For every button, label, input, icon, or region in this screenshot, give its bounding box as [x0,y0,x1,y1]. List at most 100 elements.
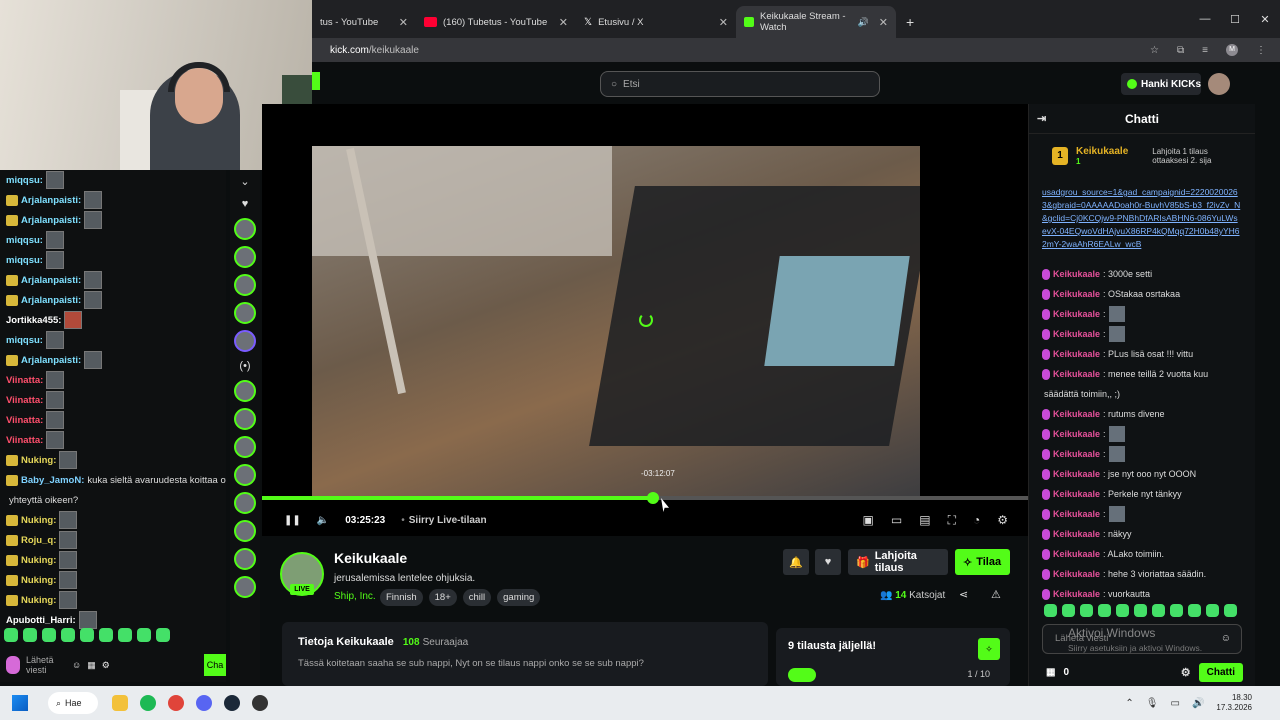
mic-tray-icon[interactable]: 🎙 [1146,698,1159,709]
theater-mode-icon[interactable]: ▭ [891,513,902,528]
get-kicks-button[interactable]: Hanki KICKs [1121,73,1201,95]
close-icon[interactable]: ✕ [719,16,728,29]
minimize-icon[interactable]: — [1190,13,1220,25]
volume-icon[interactable]: 🔈 [317,515,329,526]
chat-username[interactable]: Keikukaale [1053,509,1100,519]
browser-tab[interactable]: 𝕏 Etusivu / X ✕ [576,6,736,38]
recommended-channel-avatar[interactable] [234,576,256,598]
close-window-icon[interactable]: ✕ [1250,13,1280,26]
emoji-icon[interactable]: ☺ [1221,633,1231,644]
chat-username[interactable]: Keikukaale [1053,569,1100,579]
recommended-channel-avatar[interactable] [234,548,256,570]
channel-name[interactable]: Keikukaale [334,550,407,566]
share-icon[interactable]: ⋖ [959,588,968,601]
recommended-channel-avatar[interactable] [234,436,256,458]
sparkle-button[interactable]: ✧ [978,638,1000,660]
follow-heart-button[interactable]: ♥ [815,549,841,575]
gift-sub-button[interactable]: 🎁 Lahjoita tilaus [848,549,948,575]
chevron-down-icon[interactable]: ⌄ [240,174,249,190]
notification-bell-button[interactable]: 🔔 [783,549,809,575]
chat-settings-icon[interactable]: ⚙ [1181,666,1191,679]
chat-emote-bar[interactable] [1044,604,1249,620]
tag-pill[interactable]: Finnish [380,589,423,606]
fullscreen-icon[interactable]: ⛶ [948,513,956,528]
collapse-chat-icon[interactable]: ⇥ [1037,112,1046,125]
user-avatar[interactable] [1208,73,1230,95]
tag-pill[interactable]: 18+ [428,589,457,606]
chat-username[interactable]: Keikukaale [1053,529,1100,539]
file-explorer-icon[interactable] [112,695,128,711]
address-bar[interactable]: kick.com /keikukaale ☆ ⧉ ≡ M ⋮ [312,38,1280,62]
chat-username[interactable]: Keikukaale [1053,549,1100,559]
subscribe-button[interactable]: ✧ Tilaa [955,549,1010,575]
recommended-channel-avatar[interactable] [234,408,256,430]
pip-icon[interactable]: ▤ [919,513,930,528]
chat-username[interactable]: Keikukaale [1053,489,1100,499]
chat-username[interactable]: Keikukaale [1053,269,1100,279]
tag-pill[interactable]: gaming [497,589,541,606]
pause-icon[interactable]: ❚❚ [284,515,301,526]
seek-bar-handle[interactable] [646,492,659,504]
chat-username[interactable]: Keikukaale [1053,409,1100,419]
seek-bar[interactable] [262,492,1028,504]
obs-icon[interactable] [252,695,268,711]
report-warning-icon[interactable]: ⚠ [991,588,1001,601]
close-icon[interactable]: ✕ [399,16,408,29]
bookmark-star-icon[interactable]: ☆ [1150,45,1159,56]
chat-link[interactable]: usadgrou_source=1&gad_campaignid=2220020… [1042,186,1242,260]
tag-pill[interactable]: chill [462,589,492,606]
send-chat-button[interactable]: Chatti [1198,662,1243,682]
followed-channel-avatar[interactable] [234,302,256,324]
close-icon[interactable]: ✕ [879,16,888,29]
browser-tab[interactable]: (160) Tubetus - YouTube ✕ [416,6,576,38]
chrome-icon[interactable] [168,695,184,711]
video-frame[interactable] [312,146,920,496]
browser-tab-active[interactable]: Keikukaale Stream - Watch 🔊 ✕ [736,6,896,38]
chat-username[interactable]: Keikukaale [1053,309,1100,319]
chat-username[interactable]: Keikukaale [1053,329,1100,339]
chat-username[interactable]: Keikukaale [1053,289,1100,299]
discord-icon[interactable] [196,695,212,711]
followed-channel-avatar[interactable] [234,246,256,268]
chat-username[interactable]: Keikukaale [1053,469,1100,479]
recommended-channel-avatar[interactable] [234,492,256,514]
profile-avatar[interactable]: M [1226,44,1238,56]
browser-tab[interactable]: tus - YouTube ✕ [312,6,416,38]
chat-username[interactable]: Keikukaale [1053,349,1100,359]
tray-chevron-icon[interactable]: ⌃ [1125,698,1133,709]
followed-channel-avatar[interactable] [234,218,256,240]
search-input[interactable]: ○ Etsi [600,71,880,97]
close-icon[interactable]: ✕ [559,16,568,29]
followed-channel-avatar[interactable] [234,274,256,296]
chat-username[interactable]: Keikukaale [1053,449,1100,459]
go-live-button[interactable]: Siirry Live-tilaan [409,515,487,526]
spotify-icon[interactable] [140,695,156,711]
speed-icon[interactable]: ◔ [973,513,980,528]
menu-icon[interactable]: ⋮ [1256,45,1266,56]
kicks-store-icon[interactable]: ▦ [1046,667,1055,678]
heart-icon[interactable]: ♥ [242,196,249,212]
windows-start-icon[interactable] [12,695,28,711]
recommended-channel-avatar[interactable] [234,380,256,402]
system-clock[interactable]: 18.30 17.3.2026 [1216,693,1252,713]
extensions-icon[interactable]: ⧉ [1177,45,1184,56]
gift-rank-hint[interactable]: Lahjoita 1 tilaus ottaaksesi 2. sija [1152,147,1242,165]
recommended-channel-avatar[interactable] [234,520,256,542]
stream-category[interactable]: Ship, Inc. [334,591,376,602]
speaker-icon[interactable]: 🔊 [858,17,869,28]
steam-icon[interactable] [224,695,240,711]
recommended-channel-avatar[interactable] [234,464,256,486]
chat-username[interactable]: Keikukaale [1053,589,1100,599]
new-tab-button[interactable]: + [896,6,924,38]
maximize-icon[interactable]: ☐ [1220,13,1250,26]
chat-username[interactable]: Keikukaale [1053,369,1100,379]
chat-username[interactable]: Keikukaale [1053,429,1100,439]
clip-icon[interactable]: ▣ [863,513,874,528]
volume-tray-icon[interactable]: 🔊 [1192,698,1204,709]
kick-logo[interactable] [312,72,320,90]
network-icon[interactable]: ▭ [1171,698,1180,709]
media-control-icon[interactable]: ≡ [1202,45,1208,56]
page-scrollbar[interactable] [1255,104,1280,686]
settings-icon[interactable]: ⚙ [997,513,1008,528]
taskbar-search[interactable]: ⌕ Hae [48,692,98,714]
